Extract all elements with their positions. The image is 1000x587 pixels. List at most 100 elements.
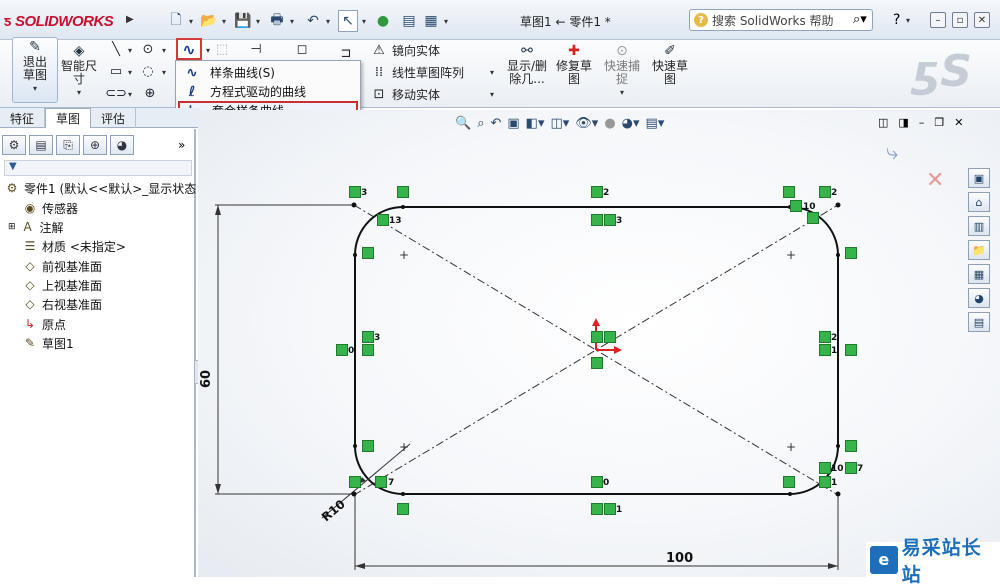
trim-icon[interactable]: ⊣ (246, 40, 266, 58)
file-properties-icon[interactable]: ▤ (398, 10, 420, 32)
tree-item-sensors[interactable]: ◉ 传感器 (22, 199, 78, 217)
minimize-window-button[interactable]: – (930, 12, 946, 28)
relation-tag-icon[interactable] (819, 331, 831, 343)
relation-tag-icon[interactable] (591, 503, 603, 515)
quick-snaps-button[interactable]: ⊙ 快速捕捉 ▾ (600, 42, 644, 99)
line-icon[interactable]: ╲ (106, 40, 126, 58)
menu-expand-arrow-icon[interactable]: ▶ (126, 14, 136, 28)
exit-sketch-button[interactable]: ✎ 退出草图 ▾ (12, 37, 58, 103)
relation-tag-icon[interactable] (591, 186, 603, 198)
new-dropdown-icon[interactable]: ▾ (187, 10, 195, 32)
relation-tag-icon[interactable] (604, 214, 616, 226)
relation-tag-icon[interactable] (819, 462, 831, 474)
spline-dropdown-icon[interactable]: ▾ (206, 46, 210, 55)
relation-tag-icon[interactable] (591, 476, 603, 488)
feature-tree-tab-icon[interactable]: ⚙ (2, 135, 26, 155)
help-search-input[interactable]: ? 搜索 SolidWorks 帮助 (689, 9, 873, 31)
relation-tag-icon[interactable] (783, 476, 795, 488)
rapid-sketch-button[interactable]: ✐ 快速草图 (650, 42, 690, 86)
relation-tag-icon[interactable] (362, 331, 374, 343)
rectangle-dropdown-icon[interactable]: ▾ (128, 68, 132, 77)
slot-dropdown-icon[interactable]: ▾ (128, 90, 132, 99)
relation-tag-icon[interactable] (591, 214, 603, 226)
configuration-manager-tab-icon[interactable]: ⎘ (56, 135, 80, 155)
display-manager-tab-icon[interactable]: ◕ (110, 135, 134, 155)
spline-button[interactable]: ∿ (176, 38, 202, 60)
smart-dimension-button[interactable]: ◈ 智能尺寸 ▾ (60, 42, 98, 104)
tree-item-part[interactable]: ⚙ 零件1 (默认<<默认>_显示状态 (4, 179, 197, 197)
relation-tag-icon[interactable] (362, 440, 374, 452)
relation-tag-icon[interactable] (845, 344, 857, 356)
relation-tag-icon[interactable] (845, 440, 857, 452)
select-pointer-icon[interactable]: ↖ (338, 10, 358, 32)
rectangle-icon[interactable]: ▭ (106, 62, 126, 80)
print-icon[interactable]: 🖶 (266, 10, 288, 32)
polygon-icon[interactable]: ⊕ (140, 84, 160, 102)
relation-tag-icon[interactable] (397, 186, 409, 198)
menu-item-equation-driven-curve[interactable]: ℓ 方程式驱动的曲线 (178, 82, 358, 101)
rebuild-traffic-light-icon[interactable]: ● (374, 10, 392, 32)
exit-sketch-dropdown-icon[interactable]: ▾ (33, 82, 37, 95)
circle-dropdown-icon[interactable]: ▾ (162, 46, 166, 55)
expand-plus-icon[interactable]: ⊞ (8, 222, 16, 232)
quick-snaps-dropdown-icon[interactable]: ▾ (620, 86, 624, 99)
linear-pattern-dropdown-icon[interactable]: ▾ (490, 68, 494, 77)
relation-tag-icon[interactable] (604, 503, 616, 515)
relation-tag-icon[interactable] (845, 462, 857, 474)
relation-tag-icon[interactable] (783, 186, 795, 198)
open-dropdown-icon[interactable]: ▾ (220, 10, 228, 32)
relation-tag-icon[interactable] (375, 476, 387, 488)
mirror-entities-button[interactable]: ⚠ 镜向实体 (372, 42, 440, 59)
undo-icon[interactable]: ↶ (302, 10, 324, 32)
tree-item-origin[interactable]: ↳ 原点 (22, 315, 66, 333)
dimxpert-tab-icon[interactable]: ⊕ (83, 135, 107, 155)
relation-tag-icon[interactable] (349, 186, 361, 198)
tab-evaluate[interactable]: 评估 (91, 108, 137, 128)
relation-tag-icon[interactable] (591, 331, 603, 343)
save-icon[interactable]: 💾 (232, 10, 254, 32)
move-entities-button[interactable]: ⊡ 移动实体 (372, 86, 440, 103)
tree-item-right-plane[interactable]: ◇ 右视基准面 (22, 295, 102, 313)
options-dropdown-icon[interactable]: ▾ (442, 10, 450, 32)
line-dropdown-icon[interactable]: ▾ (128, 46, 132, 55)
tree-filter-input[interactable]: ▼ (4, 160, 192, 176)
relation-tag-icon[interactable] (362, 247, 374, 259)
help-icon[interactable]: ? (893, 12, 900, 28)
display-delete-relations-button[interactable]: ⚯ 显示/删除几... (506, 42, 548, 86)
tree-item-top-plane[interactable]: ◇ 上视基准面 (22, 276, 102, 294)
relation-tag-icon[interactable] (362, 344, 374, 356)
tab-sketch[interactable]: 草图 (45, 108, 92, 128)
tree-item-sketch1[interactable]: ✎ 草图1 (22, 334, 74, 352)
relation-tag-icon[interactable] (819, 344, 831, 356)
tree-item-front-plane[interactable]: ◇ 前视基准面 (22, 257, 102, 275)
select-dropdown-icon[interactable]: ▾ (360, 10, 368, 32)
repair-sketch-button[interactable]: ✚ 修复草图 (554, 42, 594, 86)
smart-dimension-dropdown-icon[interactable]: ▾ (77, 86, 81, 99)
relation-tag-icon[interactable] (845, 247, 857, 259)
close-window-button[interactable]: ✕ (974, 12, 990, 28)
undo-dropdown-icon[interactable]: ▾ (324, 10, 332, 32)
tree-item-annotations[interactable]: ⊞ A 注解 (8, 218, 64, 236)
slot-icon[interactable]: ⊂⊃ (105, 84, 127, 102)
print-dropdown-icon[interactable]: ▾ (288, 10, 296, 32)
expand-panel-chevron-icon[interactable]: » (178, 138, 185, 152)
circle-icon[interactable]: ⊙ (138, 40, 158, 58)
open-folder-icon[interactable]: 📂 (198, 10, 220, 32)
search-icon[interactable]: ⌕▾ (853, 12, 867, 27)
relation-tag-icon[interactable] (397, 503, 409, 515)
move-dropdown-icon[interactable]: ▾ (490, 90, 494, 99)
offset-icon[interactable]: ◻ (292, 40, 312, 58)
solidworks-logo[interactable]: ƽ SOLIDWORKS (4, 10, 124, 32)
new-document-icon[interactable]: 🗋 (165, 10, 187, 32)
menu-item-spline[interactable]: ∿ 样条曲线(S) (178, 63, 358, 82)
linear-pattern-button[interactable]: ⁞⁞ 线性草图阵列 (372, 64, 464, 81)
relation-tag-icon[interactable] (604, 331, 616, 343)
help-dropdown-icon[interactable]: ▾ (906, 16, 910, 25)
arc-dropdown-icon[interactable]: ▾ (162, 68, 166, 77)
relation-tag-icon[interactable] (377, 214, 389, 226)
relation-tag-icon[interactable] (807, 212, 819, 224)
tree-item-material[interactable]: ☰ 材质 <未指定> (22, 237, 126, 255)
save-dropdown-icon[interactable]: ▾ (254, 10, 262, 32)
tab-features[interactable]: 特征 (0, 108, 46, 128)
relation-tag-icon[interactable] (819, 476, 831, 488)
